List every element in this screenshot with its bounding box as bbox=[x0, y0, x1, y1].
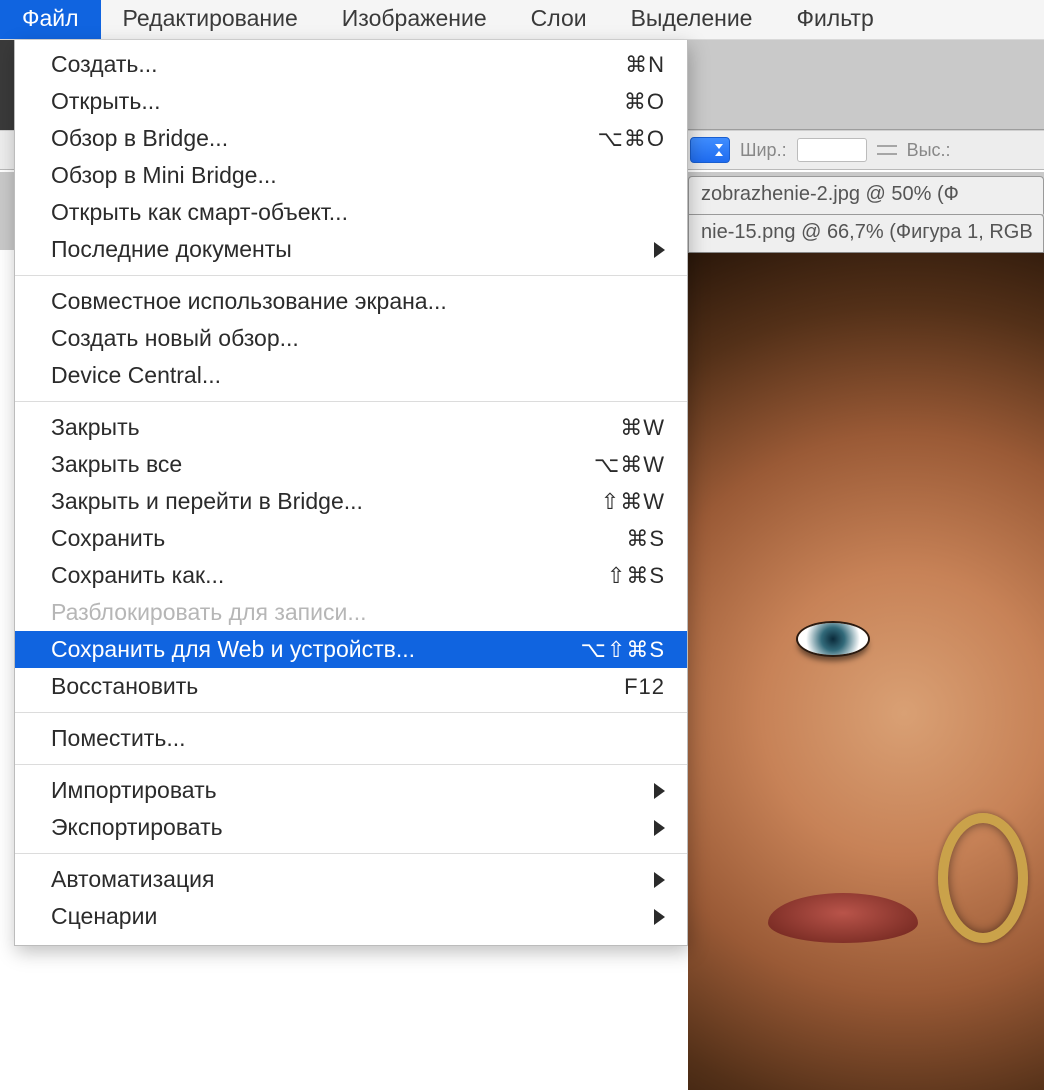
submenu-arrow-icon bbox=[654, 909, 665, 925]
menu-item[interactable]: Обзор в Mini Bridge... bbox=[15, 157, 687, 194]
menu-item-shortcut: ⌘S bbox=[545, 526, 665, 552]
menu-item-label: Закрыть все bbox=[51, 451, 545, 478]
menu-item-shortcut: ⌘O bbox=[545, 89, 665, 115]
menu-item[interactable]: Сохранить для Web и устройств...⌥⇧⌘S bbox=[15, 631, 687, 668]
menu-item[interactable]: ВосстановитьF12 bbox=[15, 668, 687, 705]
width-field[interactable] bbox=[797, 138, 867, 162]
swap-dimensions-icon[interactable] bbox=[877, 140, 897, 160]
height-label: Выс.: bbox=[907, 140, 951, 161]
canvas-image[interactable] bbox=[688, 252, 1044, 1090]
document-tab-title: zobrazhenie-2.jpg @ 50% (Ф bbox=[701, 183, 959, 205]
menu-слои[interactable]: Слои bbox=[509, 0, 609, 39]
menu-item-label: Совместное использование экрана... bbox=[51, 288, 665, 315]
tool-palette-edge bbox=[0, 40, 14, 130]
style-select[interactable] bbox=[690, 137, 730, 163]
image-detail bbox=[798, 623, 868, 655]
menu-item-label: Открыть... bbox=[51, 88, 545, 115]
menu-item-label: Закрыть bbox=[51, 414, 545, 441]
menu-item[interactable]: Открыть как смарт-объект... bbox=[15, 194, 687, 231]
menu-изображение[interactable]: Изображение bbox=[320, 0, 509, 39]
submenu-arrow-icon bbox=[654, 872, 665, 888]
menu-item-label: Закрыть и перейти в Bridge... bbox=[51, 488, 545, 515]
menu-item-label: Создать... bbox=[51, 51, 545, 78]
menu-item-shortcut: ⌥⇧⌘S bbox=[545, 637, 665, 663]
menu-item[interactable]: Последние документы bbox=[15, 231, 687, 268]
menu-item[interactable]: Закрыть⌘W bbox=[15, 409, 687, 446]
menu-item-label: Восстановить bbox=[51, 673, 545, 700]
image-detail bbox=[938, 813, 1028, 943]
menu-item[interactable]: Экспортировать bbox=[15, 809, 687, 846]
document-tab[interactable]: zobrazhenie-2.jpg @ 50% (Ф bbox=[688, 176, 1044, 214]
menu-item[interactable]: Обзор в Bridge...⌥⌘O bbox=[15, 120, 687, 157]
menu-separator bbox=[15, 712, 687, 713]
menu-item[interactable]: Поместить... bbox=[15, 720, 687, 757]
menu-выделение[interactable]: Выделение bbox=[609, 0, 775, 39]
menu-item-label: Сохранить для Web и устройств... bbox=[51, 636, 545, 663]
menu-item-label: Последние документы bbox=[51, 236, 646, 263]
menu-item: Разблокировать для записи... bbox=[15, 594, 687, 631]
width-label: Шир.: bbox=[740, 140, 787, 161]
menu-item[interactable]: Создать новый обзор... bbox=[15, 320, 687, 357]
menu-item-label: Поместить... bbox=[51, 725, 665, 752]
menu-item[interactable]: Device Central... bbox=[15, 357, 687, 394]
menu-separator bbox=[15, 764, 687, 765]
menu-item[interactable]: Сохранить как...⇧⌘S bbox=[15, 557, 687, 594]
menu-item-label: Обзор в Bridge... bbox=[51, 125, 545, 152]
menu-separator bbox=[15, 853, 687, 854]
menu-item-shortcut: ⇧⌘S bbox=[545, 563, 665, 589]
document-tab-title: nie-15.png @ 66,7% (Фигура 1, RGB bbox=[701, 221, 1033, 243]
menu-item[interactable]: Импортировать bbox=[15, 772, 687, 809]
submenu-arrow-icon bbox=[654, 783, 665, 799]
menu-item[interactable]: Сценарии bbox=[15, 898, 687, 935]
menu-item-label: Автоматизация bbox=[51, 866, 646, 893]
menu-item-label: Создать новый обзор... bbox=[51, 325, 665, 352]
menu-фильтр[interactable]: Фильтр bbox=[774, 0, 895, 39]
submenu-arrow-icon bbox=[654, 242, 665, 258]
menu-файл[interactable]: Файл bbox=[0, 0, 101, 39]
menu-item[interactable]: Совместное использование экрана... bbox=[15, 283, 687, 320]
menu-item-shortcut: ⌥⌘O bbox=[545, 126, 665, 152]
menu-item-label: Обзор в Mini Bridge... bbox=[51, 162, 665, 189]
menu-item-shortcut: ⌥⌘W bbox=[545, 452, 665, 478]
menu-item-shortcut: ⌘N bbox=[545, 52, 665, 78]
menu-item-label: Импортировать bbox=[51, 777, 646, 804]
menu-item[interactable]: Закрыть все⌥⌘W bbox=[15, 446, 687, 483]
menu-item-label: Разблокировать для записи... bbox=[51, 599, 665, 626]
image-detail bbox=[768, 893, 918, 943]
menu-item[interactable]: Открыть...⌘O bbox=[15, 83, 687, 120]
menu-item-label: Экспортировать bbox=[51, 814, 646, 841]
menu-item[interactable]: Закрыть и перейти в Bridge...⇧⌘W bbox=[15, 483, 687, 520]
menu-item-label: Сохранить как... bbox=[51, 562, 545, 589]
menu-редактирование[interactable]: Редактирование bbox=[101, 0, 320, 39]
menu-separator bbox=[15, 275, 687, 276]
menu-item-label: Сценарии bbox=[51, 903, 646, 930]
menu-item-label: Device Central... bbox=[51, 362, 665, 389]
menu-item-label: Открыть как смарт-объект... bbox=[51, 199, 665, 226]
menu-item-shortcut: ⇧⌘W bbox=[545, 489, 665, 515]
submenu-arrow-icon bbox=[654, 820, 665, 836]
menu-separator bbox=[15, 401, 687, 402]
file-menu-dropdown: Создать...⌘NОткрыть...⌘OОбзор в Bridge..… bbox=[14, 40, 688, 946]
menu-item-shortcut: ⌘W bbox=[545, 415, 665, 441]
menu-item[interactable]: Автоматизация bbox=[15, 861, 687, 898]
menu-item[interactable]: Сохранить⌘S bbox=[15, 520, 687, 557]
menu-item-shortcut: F12 bbox=[545, 674, 665, 700]
menu-item[interactable]: Создать...⌘N bbox=[15, 46, 687, 83]
menubar: ФайлРедактированиеИзображениеСлоиВыделен… bbox=[0, 0, 1044, 40]
document-tab[interactable]: nie-15.png @ 66,7% (Фигура 1, RGB bbox=[688, 214, 1044, 252]
menu-item-label: Сохранить bbox=[51, 525, 545, 552]
